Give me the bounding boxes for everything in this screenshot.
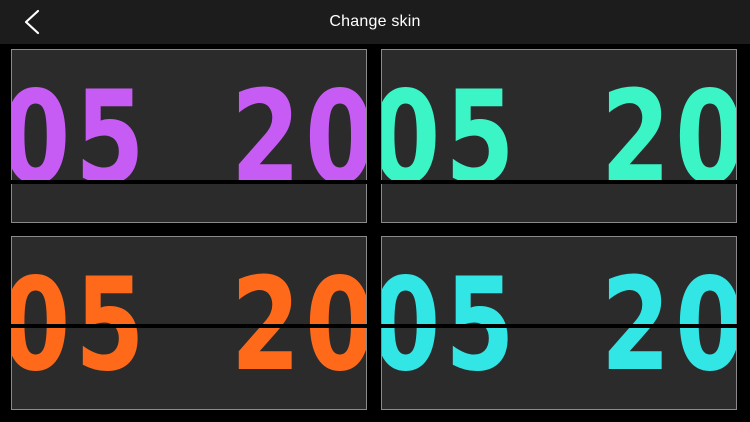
navigation-bar: Change skin <box>0 0 750 44</box>
clock-preview: 05 20 <box>12 50 366 222</box>
skin-grid: 05 20 05 20 05 20 05 20 <box>0 44 750 422</box>
skin-option-cyan[interactable]: 05 20 <box>381 236 737 410</box>
clock-preview: 05 20 <box>382 50 736 222</box>
flip-divider-line <box>0 180 750 184</box>
skin-option-purple[interactable]: 05 20 <box>11 49 367 223</box>
skin-option-mint[interactable]: 05 20 <box>381 49 737 223</box>
change-skin-screen: Change skin 05 20 05 20 05 20 05 20 <box>0 0 750 422</box>
flip-divider-line <box>0 324 750 328</box>
page-title: Change skin <box>329 13 421 30</box>
skin-option-orange[interactable]: 05 20 <box>11 236 367 410</box>
